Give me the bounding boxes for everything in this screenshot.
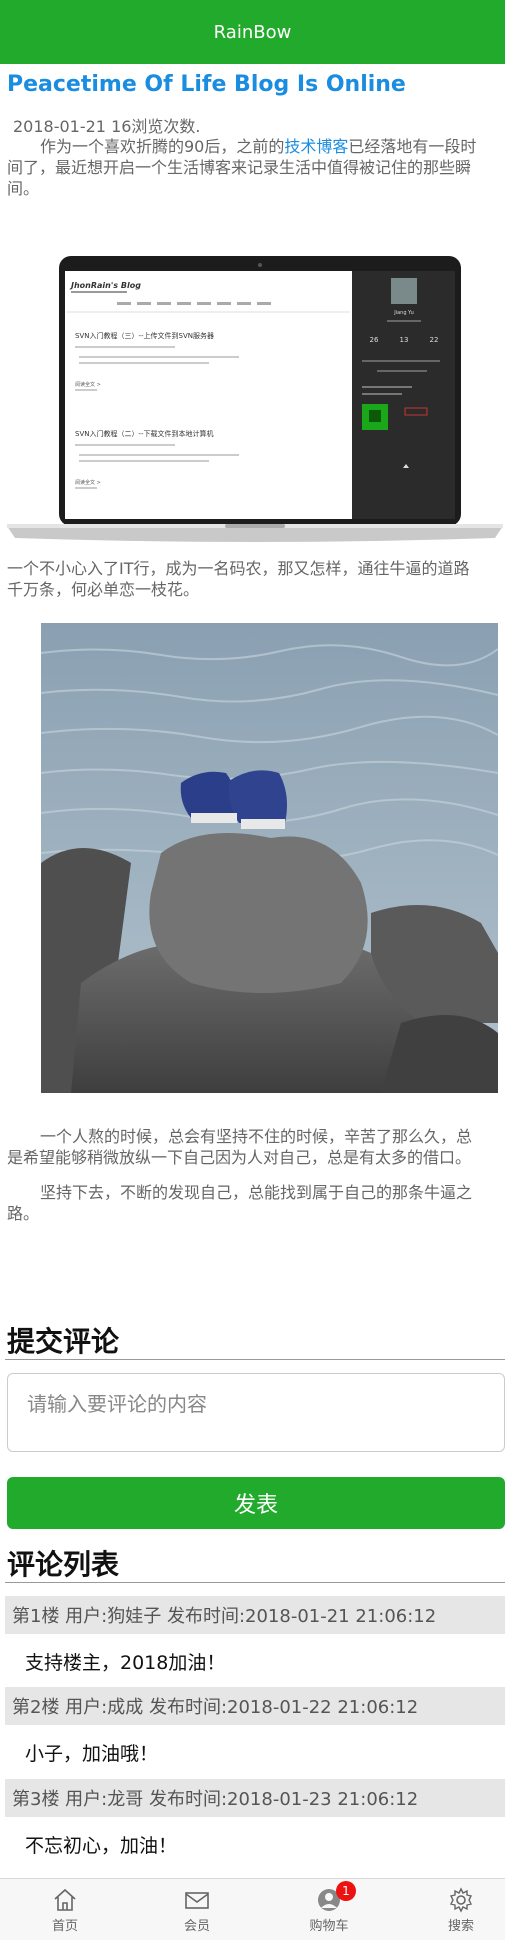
laptop-profile-name: Jiang Yu <box>393 310 414 316</box>
app-title: RainBow <box>213 21 292 43</box>
article-title: Peacetime Of Life Blog Is Online <box>7 72 406 97</box>
comment-header-2: 第2楼 用户:成成 发布时间:2018-01-22 21:06:12 <box>5 1687 505 1725</box>
mail-icon <box>185 1891 209 1909</box>
laptop-stat-2: 13 <box>400 336 409 344</box>
shoes-on-rock-photo <box>41 623 498 1093</box>
paragraph-1-line-3: 间。 <box>7 179 40 198</box>
cart-badge: 1 <box>336 1880 356 1901</box>
laptop-blog-logo: JhonRain's Blog <box>69 281 141 290</box>
comment-header-1: 第1楼 用户:狗娃子 发布时间:2018-01-21 21:06:12 <box>5 1596 505 1634</box>
nav-item-member[interactable]: 会员 <box>134 1879 260 1940</box>
page: RainBow Peacetime Of Life Blog Is Online… <box>0 0 505 1940</box>
nav-label: 搜索 <box>447 1918 474 1934</box>
comment-header-3: 第3楼 用户:龙哥 发布时间:2018-01-23 21:06:12 <box>5 1779 505 1817</box>
laptop-post-1-title: SVN入门教程（三）--上传文件到SVN服务器 <box>75 331 214 340</box>
laptop-stat-3: 22 <box>430 336 439 344</box>
laptop-screenshot-image: JhonRain's Blog SVN入门教程（三）--上传文件到SVN服务器 … <box>7 256 503 542</box>
comment-list-heading: 评论列表 <box>7 1548 120 1581</box>
comment-body-2: 小子，加油哦！ <box>25 1743 159 1765</box>
paragraph-4-line-2: 路。 <box>7 1204 40 1223</box>
nav-label: 购物车 <box>309 1918 349 1934</box>
divider <box>5 1582 505 1583</box>
nav-label: 会员 <box>183 1918 210 1934</box>
nav-label: 首页 <box>51 1918 78 1934</box>
comment-body-3: 不忘初心，加油！ <box>25 1835 178 1857</box>
submit-comment-button[interactable]: 发表 <box>7 1477 505 1529</box>
laptop-post-2-title: SVN入门教程（二）--下载文件到本地计算机 <box>75 429 214 438</box>
gear-icon <box>449 1886 473 1913</box>
divider <box>5 1359 505 1360</box>
home-icon <box>54 1888 76 1911</box>
bottom-nav: 首页 会员 1 购物车 搜索 <box>0 1878 505 1940</box>
nav-item-home[interactable]: 首页 <box>2 1879 128 1940</box>
paragraph-2-line-2: 千万条，何必单恋一枝花。 <box>7 580 200 599</box>
laptop-stat-1: 26 <box>370 336 379 344</box>
laptop-read-more-1: 阅读全文 > <box>75 381 101 388</box>
laptop-read-more-2: 阅读全文 > <box>75 479 101 486</box>
comment-input[interactable] <box>7 1373 505 1452</box>
app-header: RainBow <box>0 0 505 64</box>
paragraph-3-line-2: 是希望能够稍微放纵一下自己因为人对自己，总是有太多的借口。 <box>7 1148 472 1167</box>
comment-body-1: 支持楼主，2018加油！ <box>25 1652 226 1674</box>
cart-icon-wrap: 1 <box>316 1880 356 1913</box>
article-content: 作为一个喜欢折腾的90后，之前的技术博客已经落地有一段时 间了，最近想开启一个生… <box>0 132 505 1232</box>
nav-item-search[interactable]: 搜索 <box>398 1879 505 1940</box>
nav-item-cart[interactable]: 1 购物车 <box>266 1879 392 1940</box>
submit-comment-heading: 提交评论 <box>7 1325 120 1358</box>
